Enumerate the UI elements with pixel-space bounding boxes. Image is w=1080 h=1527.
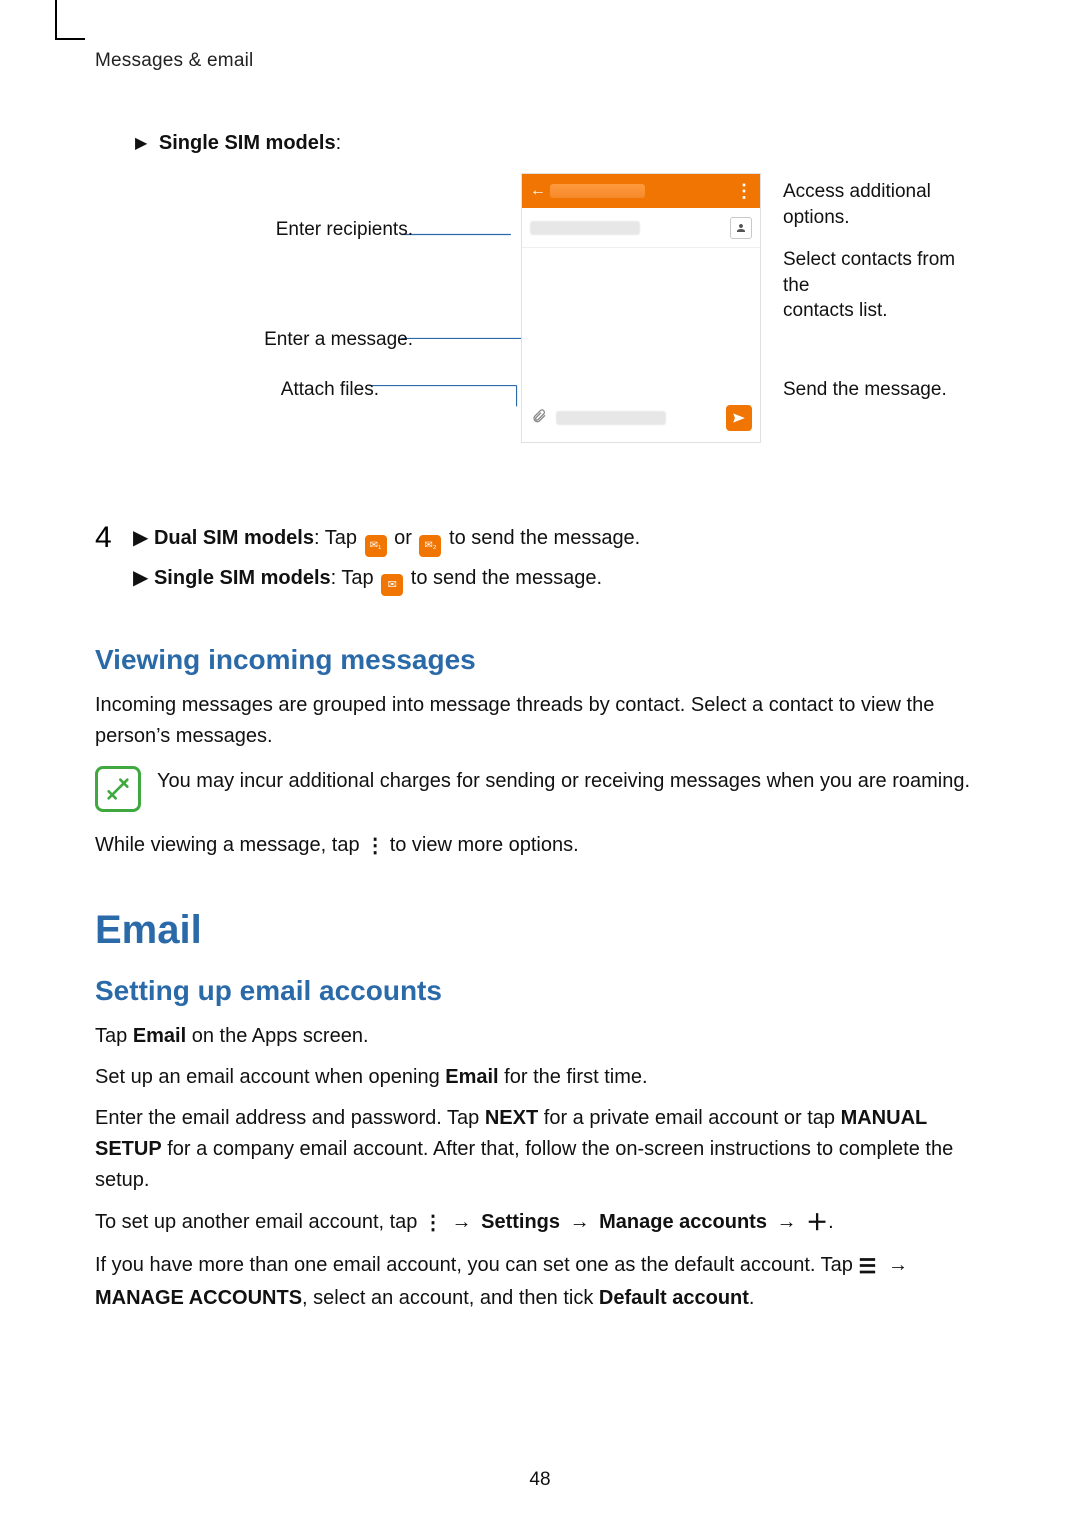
callout-contacts-l2: contacts list. xyxy=(783,300,888,321)
back-icon[interactable]: ← xyxy=(530,182,544,200)
arrow-right-icon: → xyxy=(777,1211,797,1233)
while-viewing-line: While viewing a message, tap to view mor… xyxy=(95,830,985,862)
kebab-icon xyxy=(365,831,384,862)
callout-recipients: Enter recipients. xyxy=(135,217,413,243)
arrow-right-icon: → xyxy=(888,1254,908,1276)
header-breadcrumb: Messages & email xyxy=(95,50,985,72)
kebab-icon xyxy=(423,1208,442,1239)
roaming-note: You may incur additional charges for sen… xyxy=(95,766,985,812)
viewing-heading: Viewing incoming messages xyxy=(95,644,985,676)
email-p2: Set up an email account when opening Ema… xyxy=(95,1062,985,1093)
email-heading: Email xyxy=(95,908,985,953)
note-text: You may incur additional charges for sen… xyxy=(157,766,970,812)
page-number: 48 xyxy=(0,1469,1080,1491)
plus-icon: ＋ xyxy=(806,1206,828,1240)
email-p4: To set up another email account, tap → S… xyxy=(95,1206,985,1240)
send-sim1-icon xyxy=(365,535,387,557)
email-p3: Enter the email address and password. Ta… xyxy=(95,1103,985,1196)
triangle-bullet-icon: ▶ xyxy=(133,523,148,554)
single-sim-label-2: Single SIM models xyxy=(154,567,331,589)
compose-body-area[interactable] xyxy=(522,248,760,398)
callout-message: Enter a message. xyxy=(135,327,413,353)
callout-contacts-l1: Select contacts from the xyxy=(783,249,955,296)
triangle-bullet-icon: ▶ xyxy=(135,133,147,153)
step4-dual-line: ▶ Dual SIM models: Tap or to send the me… xyxy=(133,523,985,557)
message-field-blur[interactable] xyxy=(556,411,666,425)
viewing-body: Incoming messages are grouped into messa… xyxy=(95,690,985,752)
single-sim-heading: ▶ Single SIM models: xyxy=(135,132,985,155)
note-icon xyxy=(95,766,141,812)
more-options-icon[interactable]: ⋮ xyxy=(735,182,752,200)
compose-title-blur xyxy=(550,184,645,198)
arrow-right-icon: → xyxy=(452,1211,472,1233)
send-icon-inline xyxy=(381,574,403,596)
single-sim-label: Single SIM models xyxy=(159,132,336,154)
step-4: 4 ▶ Dual SIM models: Tap or to send the … xyxy=(95,523,985,602)
callout-send: Send the message. xyxy=(783,377,947,403)
callout-attach: Attach files. xyxy=(135,377,379,403)
page-corner-mark xyxy=(55,0,85,40)
dual-sim-label: Dual SIM models xyxy=(154,527,314,549)
callout-options: Access additional options. xyxy=(783,179,985,230)
compose-topbar: ← ⋮ xyxy=(522,174,760,208)
send-sim2-icon xyxy=(419,535,441,557)
email-p5: If you have more than one email account,… xyxy=(95,1250,985,1314)
recipients-field-blur[interactable] xyxy=(530,221,640,235)
email-p1: Tap Email on the Apps screen. xyxy=(95,1021,985,1052)
attach-icon[interactable] xyxy=(530,408,548,429)
hamburger-icon xyxy=(858,1252,878,1283)
send-icon[interactable] xyxy=(726,405,752,431)
email-sub-heading: Setting up email accounts xyxy=(95,975,985,1007)
contacts-picker-icon[interactable] xyxy=(730,217,752,239)
arrow-right-icon: → xyxy=(570,1211,590,1233)
step-number: 4 xyxy=(95,523,133,602)
compose-bottom-bar xyxy=(522,398,760,438)
callout-contacts: Select contacts from the contacts list. xyxy=(783,247,985,324)
step4-single-line: ▶ Single SIM models: Tap to send the mes… xyxy=(133,563,985,597)
compose-screenshot: ← ⋮ xyxy=(521,173,761,443)
triangle-bullet-icon: ▶ xyxy=(133,563,148,594)
recipients-row xyxy=(522,208,760,248)
compose-screenshot-diagram: ← ⋮ xyxy=(135,173,985,483)
